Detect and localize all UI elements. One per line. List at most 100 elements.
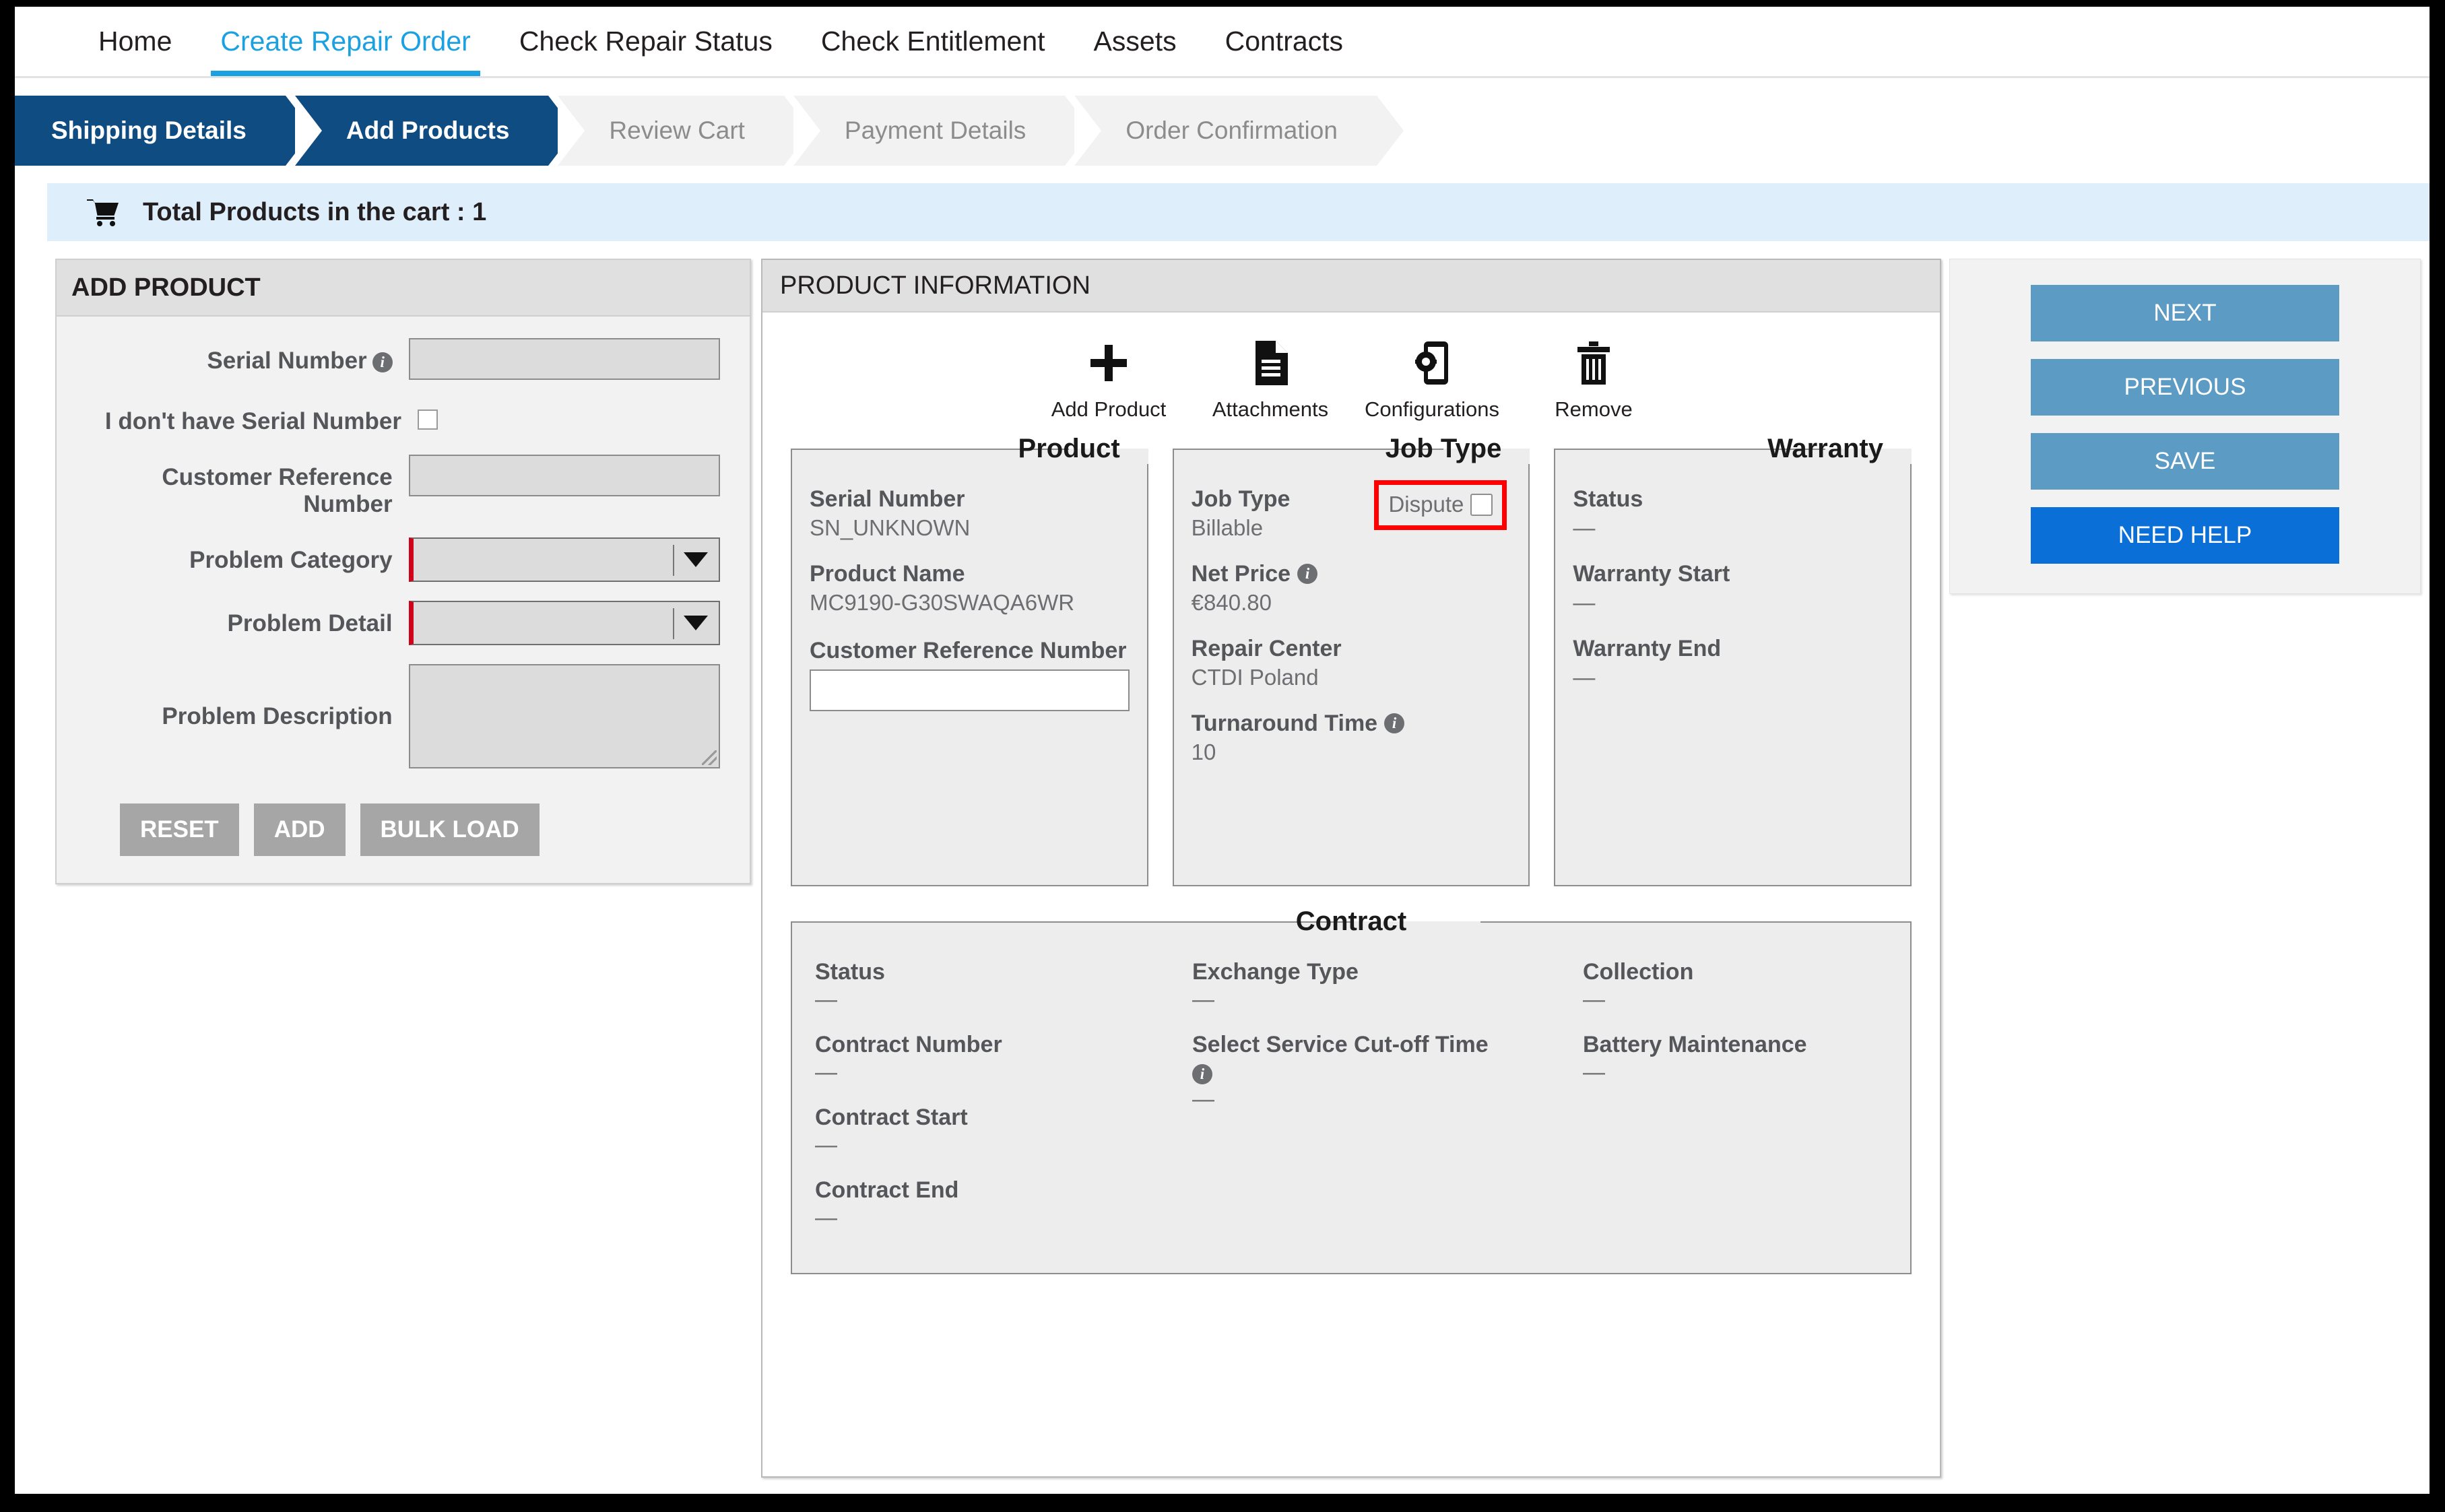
turnaround-time-label: Turnaround Time i xyxy=(1192,710,1511,737)
dispute-checkbox[interactable] xyxy=(1470,493,1493,516)
bulk-load-button[interactable]: BULK LOAD xyxy=(360,803,540,856)
problem-detail-select[interactable] xyxy=(408,600,720,645)
warranty-start-label: Warranty Start xyxy=(1573,561,1730,587)
nav-item-assets[interactable]: Assets xyxy=(1070,7,1201,76)
dispute-label: Dispute xyxy=(1388,492,1464,517)
next-button[interactable]: NEXT xyxy=(2031,285,2339,341)
net-price-label: Net Price i xyxy=(1192,560,1511,587)
product-information-panel: PRODUCT INFORMATION Add Product Attachme… xyxy=(761,259,1941,1478)
previous-button[interactable]: PREVIOUS xyxy=(2031,359,2339,416)
nav-item-contracts[interactable]: Contracts xyxy=(1201,7,1367,76)
step-payment-details[interactable]: Payment Details xyxy=(793,96,1093,166)
turnaround-time-value: 10 xyxy=(1191,739,1216,765)
product-name-label: Product Name xyxy=(810,561,965,587)
job-type-block: Job Type Billable xyxy=(1192,479,1291,541)
contract-start-value: — xyxy=(815,1132,837,1158)
dispute-highlight-box: Dispute xyxy=(1374,480,1507,530)
warranty-fieldset: Warranty Status — Warranty Start — Warra… xyxy=(1554,434,1912,886)
job-type-value: Billable xyxy=(1191,515,1264,541)
add-product-title: ADD PRODUCT xyxy=(57,260,750,317)
contract-number-value: — xyxy=(815,1059,837,1085)
battery-maintenance-label: Battery Maintenance xyxy=(1583,1032,1807,1058)
contract-start-label: Contract Start xyxy=(815,1105,968,1131)
nav-item-check-entitlement[interactable]: Check Entitlement xyxy=(797,7,1070,76)
service-cutoff-value: — xyxy=(1192,1086,1214,1112)
info-icon[interactable]: i xyxy=(1384,713,1405,734)
info-icon[interactable]: i xyxy=(1192,1064,1212,1085)
step-add-products[interactable]: Add Products xyxy=(294,96,575,166)
turnaround-time-label-text: Turnaround Time xyxy=(1191,711,1378,737)
no-serial-checkbox[interactable] xyxy=(418,409,438,430)
warranty-status-label: Status xyxy=(1573,486,1643,512)
contract-status-value: — xyxy=(815,987,837,1012)
step-review-cart[interactable]: Review Cart xyxy=(558,96,811,166)
device-gear-icon xyxy=(1414,335,1449,391)
job-type-fieldset: Job Type Job Type Billable Dispute Net P… xyxy=(1172,434,1530,886)
nav-item-home[interactable]: Home xyxy=(74,7,196,76)
toolbar-configurations-label: Configurations xyxy=(1365,397,1499,421)
field-row-problem-category: Problem Category xyxy=(67,537,720,582)
job-type-top-row: Job Type Billable Dispute xyxy=(1192,479,1511,541)
contract-status-label: Status xyxy=(815,959,885,985)
product-serial-number-value: SN_UNKNOWN xyxy=(810,515,971,541)
field-row-problem-detail: Problem Detail xyxy=(67,600,720,645)
contract-col-3: Collection — Battery Maintenance — xyxy=(1583,952,1887,1230)
problem-description-label: Problem Description xyxy=(162,702,393,729)
product-toolbar: Add Product Attachments Configurations R… xyxy=(762,313,1940,422)
product-legend: Product xyxy=(1018,434,1120,463)
exchange-type-value: — xyxy=(1192,987,1214,1012)
contract-fieldset: Contract Status — Contract Number — Cont… xyxy=(791,907,1912,1274)
cart-total-label: Total Products in the cart : 1 xyxy=(143,197,487,226)
contract-number-label: Contract Number xyxy=(815,1032,1002,1058)
field-row-no-serial: I don't have Serial Number xyxy=(67,399,720,436)
add-button[interactable]: ADD xyxy=(253,803,346,856)
product-customer-ref-input[interactable] xyxy=(810,669,1130,712)
battery-maintenance-value: — xyxy=(1583,1059,1605,1085)
field-row-serial-number: Serial Number i xyxy=(67,338,720,380)
progress-stepper: Shipping Details Add Products Review Car… xyxy=(15,96,2430,166)
step-shipping-details[interactable]: Shipping Details xyxy=(15,96,313,166)
serial-number-label: Serial Number i xyxy=(67,338,409,375)
serial-number-input[interactable] xyxy=(408,338,720,380)
step-order-confirmation[interactable]: Order Confirmation xyxy=(1074,96,1404,166)
problem-category-select[interactable] xyxy=(408,537,720,582)
serial-number-label-text: Serial Number xyxy=(207,348,367,374)
action-sidebar: NEXT PREVIOUS SAVE NEED HELP xyxy=(1949,259,2421,594)
chevron-down-icon xyxy=(684,552,708,567)
fieldsets-row: Product Serial Number SN_UNKNOWN Product… xyxy=(762,422,1940,886)
nav-item-create-repair-order[interactable]: Create Repair Order xyxy=(196,7,494,76)
toolbar-add-product[interactable]: Add Product xyxy=(1028,335,1189,422)
field-row-problem-description: Problem Description xyxy=(67,663,720,768)
collection-value: — xyxy=(1583,987,1605,1012)
problem-category-label: Problem Category xyxy=(189,546,393,573)
warranty-legend: Warranty xyxy=(1767,434,1883,463)
repair-center-label: Repair Center xyxy=(1191,636,1342,662)
contract-end-value: — xyxy=(815,1205,837,1230)
toolbar-remove-label: Remove xyxy=(1555,397,1633,421)
toolbar-attachments[interactable]: Attachments xyxy=(1189,335,1351,422)
service-cutoff-label-text: Select Service Cut-off Time xyxy=(1192,1032,1489,1058)
field-row-customer-ref: Customer Reference Number xyxy=(67,454,720,519)
no-serial-label: I don't have Serial Number xyxy=(104,408,401,434)
problem-description-textarea[interactable] xyxy=(408,663,720,768)
exchange-type-label: Exchange Type xyxy=(1192,959,1359,985)
info-icon[interactable]: i xyxy=(1297,564,1318,585)
info-icon[interactable]: i xyxy=(372,352,393,372)
reset-button[interactable]: RESET xyxy=(120,803,239,856)
nav-item-check-repair-status[interactable]: Check Repair Status xyxy=(495,7,797,76)
add-product-panel: ADD PRODUCT Serial Number i I don't have … xyxy=(55,259,751,884)
add-product-form: Serial Number i I don't have Serial Numbe… xyxy=(57,317,750,883)
contract-legend: Contract xyxy=(1295,907,1407,936)
nav-items: Home Create Repair Order Check Repair St… xyxy=(74,7,1367,76)
document-icon xyxy=(1253,335,1288,391)
customer-ref-input[interactable] xyxy=(408,454,720,496)
net-price-label-text: Net Price xyxy=(1191,561,1291,587)
save-button[interactable]: SAVE xyxy=(2031,433,2339,490)
need-help-button[interactable]: NEED HELP xyxy=(2031,507,2339,564)
select-separator xyxy=(673,607,674,639)
toolbar-remove[interactable]: Remove xyxy=(1513,335,1674,422)
toolbar-configurations[interactable]: Configurations xyxy=(1351,335,1513,422)
problem-detail-label: Problem Detail xyxy=(227,610,393,636)
shopping-cart-icon xyxy=(86,198,120,226)
toolbar-attachments-label: Attachments xyxy=(1212,397,1329,421)
